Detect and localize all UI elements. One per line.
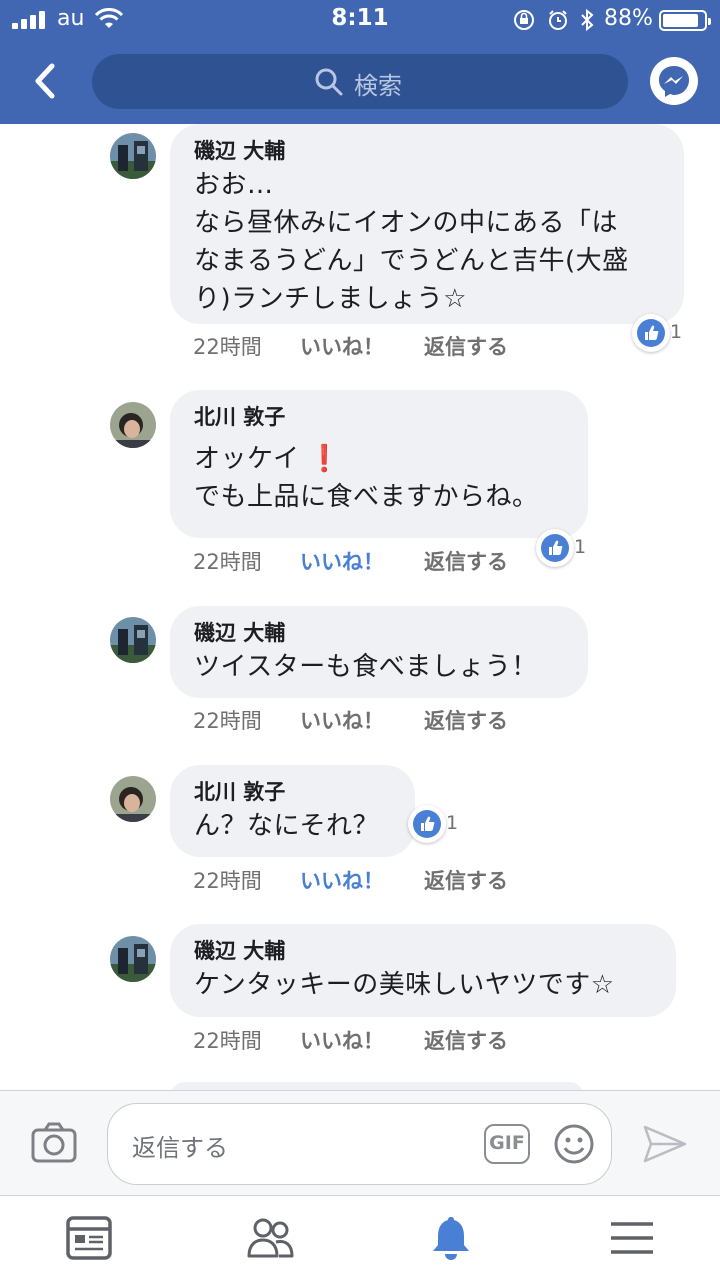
- bell-icon[interactable]: [427, 1214, 475, 1262]
- emoji-icon[interactable]: [553, 1123, 595, 1165]
- comment-author[interactable]: 磯辺 大輔: [194, 136, 662, 166]
- reply-placeholder: 返信する: [132, 1134, 228, 1162]
- comment-timestamp: 22時間: [193, 1029, 262, 1053]
- comment-bubble[interactable]: 北川 敦子 オッケイ ❗ でも上品に食べますからね。: [170, 390, 588, 538]
- friends-icon[interactable]: [246, 1214, 294, 1262]
- comment-author[interactable]: 北川 敦子: [194, 402, 566, 432]
- status-bar: au 8:11 88%: [0, 0, 720, 40]
- battery-fill: [663, 14, 698, 27]
- alarm-icon: [549, 10, 567, 30]
- send-icon[interactable]: [642, 1123, 688, 1165]
- search-bar[interactable]: 検索: [92, 54, 628, 109]
- comment-text-line: ツイスターも食べましょう！: [194, 652, 538, 682]
- newsfeed-icon[interactable]: [65, 1214, 113, 1262]
- thumbs-up-icon: [645, 325, 659, 340]
- search-placeholder: 検索: [354, 72, 402, 100]
- reply-button[interactable]: 返信する: [424, 705, 508, 735]
- comment-timestamp: 22時間: [193, 709, 262, 733]
- comment-text-line: ケンタッキーの美味しいヤツです☆: [194, 970, 615, 1000]
- top-bar: au 8:11 88% 検索: [0, 0, 720, 124]
- like-button[interactable]: いいね！: [300, 1025, 384, 1055]
- battery-percent: 88%: [604, 6, 653, 31]
- comment-text-line: ん？なにそれ？: [194, 811, 379, 841]
- comment-text-line: なまるうどん」でうどんと吉牛(大盛: [194, 246, 629, 276]
- reaction-count: 1: [574, 536, 587, 558]
- comment-text: オッケイ: [194, 444, 300, 474]
- hamburger-menu-icon[interactable]: [608, 1214, 656, 1262]
- comment-author[interactable]: 磯辺 大輔: [194, 618, 566, 648]
- reply-button[interactable]: 返信する: [424, 1025, 508, 1055]
- search-icon: [315, 68, 343, 96]
- battery-icon: [659, 10, 711, 31]
- comment-bubble[interactable]: 磯辺 大輔 おお… なら昼休みにイオンの中にある「は なまるうどん」でうどんと吉…: [170, 124, 684, 324]
- reply-button[interactable]: 返信する: [424, 546, 508, 576]
- comment-text-line: でも上品に食べますからね。: [194, 482, 539, 512]
- comment-bubble[interactable]: 磯辺 大輔 ケンタッキーの美味しいヤツです☆: [170, 924, 676, 1017]
- comment-timestamp: 22時間: [193, 550, 262, 574]
- messenger-button[interactable]: [650, 57, 698, 105]
- messenger-icon: [659, 66, 689, 97]
- comment-timestamp: 22時間: [193, 335, 262, 359]
- gif-button[interactable]: GIF: [484, 1124, 530, 1164]
- comment-bubble[interactable]: 北川 敦子 ん？なにそれ？: [170, 765, 415, 857]
- comment-author[interactable]: 磯辺 大輔: [194, 936, 654, 966]
- bluetooth-icon: [581, 8, 594, 32]
- reaction-count: 1: [670, 321, 683, 343]
- comment-text-line: おお…: [194, 170, 274, 200]
- comment-text-line: オッケイ ❗: [194, 440, 566, 478]
- reply-button[interactable]: 返信する: [424, 865, 508, 895]
- like-button[interactable]: いいね！: [300, 546, 384, 576]
- bottom-tab-bar: [0, 1196, 720, 1280]
- avatar[interactable]: [110, 402, 156, 448]
- thumbs-up-icon: [421, 816, 435, 831]
- comment-timestamp: 22時間: [193, 869, 262, 893]
- comment-bubble[interactable]: 磯辺 大輔 ツイスターも食べましょう！: [170, 606, 588, 698]
- comment-thread: 磯辺 大輔 おお… なら昼休みにイオンの中にある「は なまるうどん」でうどんと吉…: [0, 124, 720, 1090]
- exclamation-emoji: ❗: [308, 444, 342, 474]
- reaction-summary[interactable]: 1: [632, 314, 692, 354]
- reply-composer: 返信する GIF: [0, 1090, 720, 1196]
- status-indicator-icons: [514, 8, 594, 32]
- comment-text-line: り)ランチしましょう☆: [194, 284, 467, 314]
- thumbs-up-icon: [549, 540, 563, 555]
- avatar[interactable]: [110, 776, 156, 822]
- reaction-summary[interactable]: 1: [536, 529, 596, 569]
- avatar[interactable]: [110, 617, 156, 663]
- comment-author[interactable]: 北川 敦子: [194, 777, 393, 807]
- next-comment-bubble: [170, 1082, 584, 1090]
- avatar[interactable]: [110, 133, 156, 179]
- like-button[interactable]: いいね！: [300, 705, 384, 735]
- comment-text-line: なら昼休みにイオンの中にある「は: [194, 208, 619, 238]
- reply-input[interactable]: 返信する GIF: [107, 1103, 612, 1185]
- reaction-summary[interactable]: 1: [408, 805, 468, 845]
- camera-icon[interactable]: [30, 1121, 78, 1165]
- reply-button[interactable]: 返信する: [424, 331, 508, 361]
- reaction-count: 1: [446, 812, 459, 834]
- like-button[interactable]: いいね！: [300, 865, 384, 895]
- rotation-lock-icon: [514, 10, 534, 30]
- like-button[interactable]: いいね！: [300, 331, 384, 361]
- back-button[interactable]: [24, 58, 68, 104]
- avatar[interactable]: [110, 936, 156, 982]
